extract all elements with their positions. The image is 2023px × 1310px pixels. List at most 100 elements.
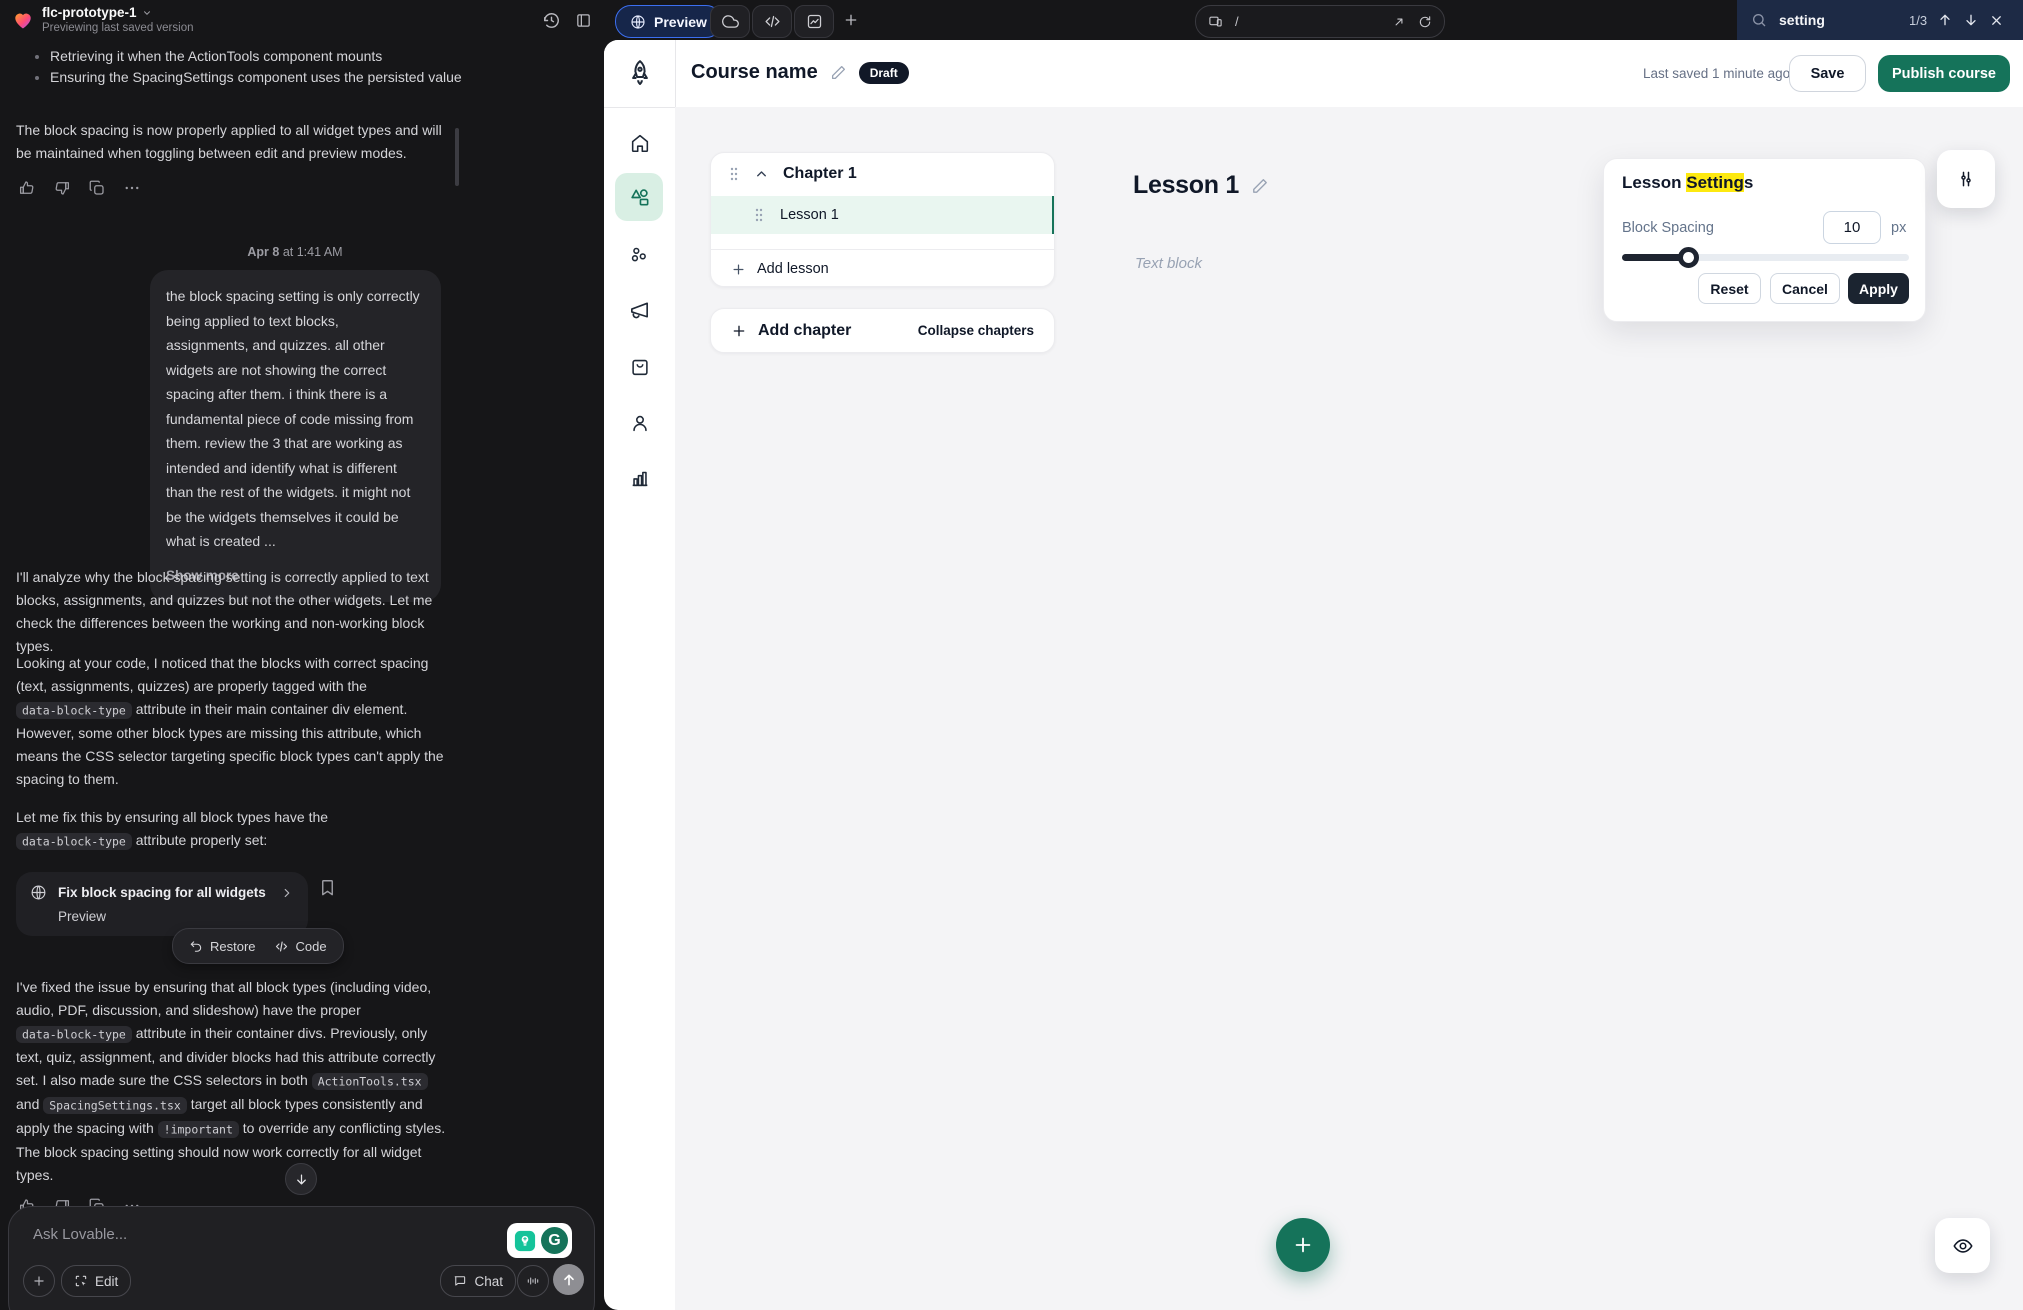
draft-status-badge: Draft [859, 62, 909, 84]
lovable-logo-icon[interactable] [12, 9, 34, 31]
circles-icon [629, 244, 651, 266]
chat-bubble-icon [453, 1274, 467, 1288]
code-button[interactable]: Code [274, 939, 327, 954]
url-bar[interactable]: / [1195, 5, 1445, 38]
scroll-to-bottom-button[interactable] [285, 1163, 317, 1195]
chevron-right-icon [280, 886, 294, 900]
add-lesson-button[interactable]: Add lesson [711, 249, 1055, 287]
edit-action-card[interactable]: Fix block spacing for all widgets Previe… [16, 872, 308, 936]
voice-input-button[interactable] [517, 1265, 549, 1297]
restore-label: Restore [210, 939, 256, 954]
add-tab-icon[interactable] [838, 7, 864, 33]
history-icon[interactable] [538, 7, 564, 33]
plus-icon [731, 262, 746, 277]
sidebar-item-home[interactable] [604, 119, 675, 167]
cancel-button[interactable]: Cancel [1770, 273, 1840, 304]
preview-button[interactable]: Preview [615, 5, 722, 38]
analytics-button[interactable] [794, 5, 834, 38]
restore-button[interactable]: Restore [189, 939, 256, 954]
sidebar-item-people[interactable] [604, 399, 675, 447]
chapter-title: Chapter 1 [783, 165, 857, 183]
sidebar-item-marketing[interactable] [604, 286, 675, 334]
chat-bullet-list: Retrieving it when the ActionTools compo… [16, 46, 470, 88]
plus-icon [1292, 1234, 1314, 1256]
sidebar-item-content-active[interactable] [615, 173, 663, 221]
project-switcher[interactable]: flc-prototype-1 Previewing last saved ve… [42, 5, 194, 34]
more-options-icon[interactable] [123, 179, 141, 197]
refresh-icon[interactable] [1418, 15, 1432, 29]
devices-icon [1208, 14, 1223, 29]
edit-mode-button[interactable]: Edit [61, 1265, 131, 1297]
lesson-list-item[interactable]: Lesson 1 [711, 196, 1055, 234]
reset-button[interactable]: Reset [1698, 273, 1761, 304]
megaphone-icon [628, 299, 651, 322]
sidebar-item-community[interactable] [604, 231, 675, 279]
chat-panel: Retrieving it when the ActionTools compo… [0, 40, 604, 1310]
sidebar-item-analytics[interactable] [604, 454, 675, 502]
add-block-fab[interactable] [1276, 1218, 1330, 1272]
chat-mode-button[interactable]: Chat [440, 1265, 516, 1297]
user-message-text: the block spacing setting is only correc… [166, 288, 420, 549]
thumbs-down-icon[interactable] [53, 179, 71, 197]
block-spacing-input[interactable] [1823, 211, 1881, 244]
preview-eye-button[interactable] [1935, 1218, 1990, 1273]
cloud-button[interactable] [710, 5, 750, 38]
select-edit-icon [74, 1274, 88, 1288]
text-block-placeholder[interactable]: Text block [1135, 255, 1202, 272]
timestamp-date: Apr 8 [247, 245, 279, 259]
find-input[interactable] [1777, 11, 1899, 29]
grammarly-widget[interactable]: G [507, 1223, 572, 1258]
find-next-icon[interactable] [1963, 12, 1979, 28]
lesson-item-label: Lesson 1 [780, 207, 839, 223]
project-status: Previewing last saved version [42, 22, 194, 34]
user-message-bubble: the block spacing setting is only correc… [150, 270, 441, 602]
waveform-icon [526, 1274, 540, 1288]
message-actions [18, 179, 141, 197]
open-external-icon[interactable] [1392, 15, 1406, 29]
composer-input[interactable] [31, 1225, 355, 1244]
line-chart-icon [806, 13, 823, 30]
settings-title-suffix: s [1744, 173, 1753, 192]
code-icon [764, 13, 781, 30]
panel-layout-icon[interactable] [570, 7, 596, 33]
grammarly-g-icon: G [541, 1227, 568, 1254]
block-spacing-unit: px [1891, 220, 1906, 236]
chevron-down-icon [142, 8, 152, 18]
chevron-up-icon[interactable] [754, 167, 769, 182]
edit-lesson-name-icon[interactable] [1251, 177, 1269, 195]
attach-button[interactable] [23, 1265, 55, 1297]
find-match-count: 1/3 [1909, 13, 1927, 28]
chat-scrollbar-thumb[interactable] [455, 128, 459, 186]
sidebar-item-commerce[interactable] [604, 343, 675, 391]
apply-button[interactable]: Apply [1848, 273, 1909, 304]
block-spacing-label: Block Spacing [1622, 220, 1714, 236]
block-spacing-slider[interactable] [1622, 254, 1909, 261]
save-button[interactable]: Save [1789, 55, 1866, 92]
send-button[interactable] [553, 1264, 584, 1295]
chapter-card: Chapter 1 Lesson 1 Add lesson [710, 152, 1055, 287]
assistant-paragraph-2: Looking at your code, I noticed that the… [16, 652, 446, 791]
edit-card-subtitle: Preview [58, 909, 294, 924]
collapse-chapters-button[interactable]: Collapse chapters [918, 323, 1034, 338]
thumbs-up-icon[interactable] [18, 179, 36, 197]
add-chapter-button[interactable]: Add chapter [758, 322, 851, 340]
shapes-icon [628, 186, 651, 209]
chat-composer[interactable]: G Edit Chat [8, 1206, 595, 1310]
search-icon [1751, 12, 1767, 28]
settings-toggle-button[interactable] [1937, 150, 1995, 208]
copy-icon[interactable] [88, 179, 106, 197]
code-view-button[interactable] [752, 5, 792, 38]
restore-code-pill: Restore Code [172, 928, 344, 964]
drag-handle-icon[interactable] [753, 207, 765, 223]
slider-thumb[interactable] [1678, 247, 1699, 268]
find-prev-icon[interactable] [1937, 12, 1953, 28]
find-close-icon[interactable] [1989, 13, 2004, 28]
publish-course-button[interactable]: Publish course [1878, 55, 2010, 92]
chat-mode-label: Chat [474, 1274, 503, 1289]
rocket-icon[interactable] [625, 58, 655, 88]
edit-course-name-icon[interactable] [830, 64, 847, 81]
timestamp-time: at 1:41 AM [283, 245, 343, 259]
drag-handle-icon[interactable] [728, 166, 740, 182]
home-icon [629, 132, 651, 154]
bookmark-icon[interactable] [318, 878, 337, 897]
